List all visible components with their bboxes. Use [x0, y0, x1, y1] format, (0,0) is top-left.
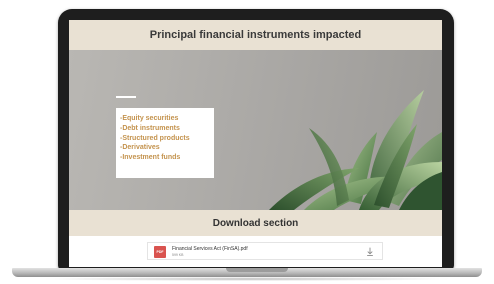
laptop-screen: Principal financial instruments impacted…	[69, 20, 442, 267]
file-download-row[interactable]: PDF Financial Services Act (FinSA).pdf 5…	[147, 242, 383, 260]
laptop-mockup: Principal financial instruments impacted…	[0, 0, 494, 284]
file-name[interactable]: Financial Services Act (FinSA).pdf	[172, 246, 248, 252]
succulent-plant-image	[269, 90, 442, 210]
download-band: Download section	[69, 210, 442, 236]
hero-section: -Equity securities -Debt instruments -St…	[69, 50, 442, 210]
file-size: 599 KB	[172, 253, 184, 257]
instrument-item: -Debt instruments	[120, 124, 180, 132]
hero-accent-line	[116, 96, 136, 98]
title-band: Principal financial instruments impacted	[69, 20, 442, 50]
instrument-item: -Structured products	[120, 134, 190, 142]
download-section-title: Download section	[212, 217, 299, 229]
page-title: Principal financial instruments impacted	[149, 29, 362, 41]
instrument-item: -Derivatives	[120, 144, 160, 152]
download-icon[interactable]	[366, 247, 374, 257]
instrument-list-card: -Equity securities -Debt instruments -St…	[116, 108, 214, 178]
instrument-item: -Equity securities	[120, 115, 179, 122]
laptop-base-notch	[226, 268, 288, 272]
pdf-file-icon: PDF	[154, 246, 166, 258]
laptop-shadow	[40, 277, 454, 281]
instrument-item: -Investment funds	[120, 154, 181, 162]
